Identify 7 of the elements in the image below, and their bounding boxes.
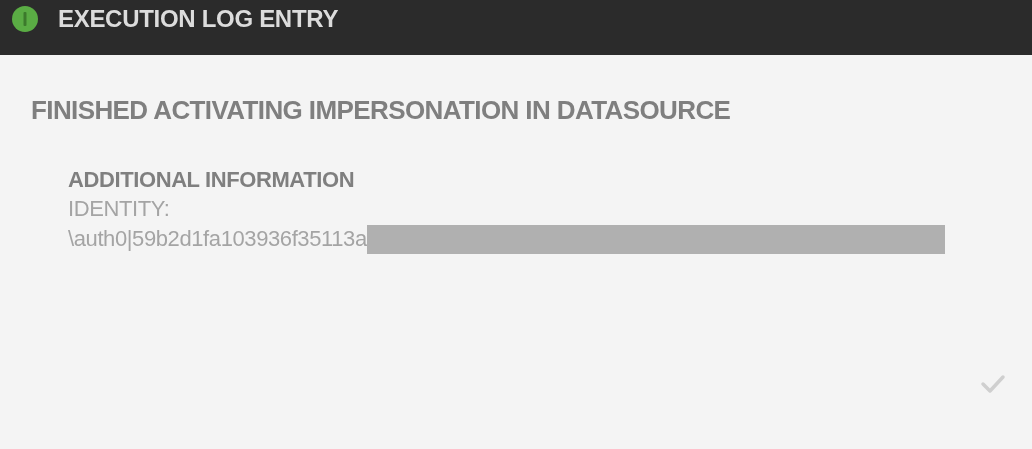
window-title: EXECUTION LOG ENTRY [58, 4, 339, 33]
confirm-icon[interactable] [980, 374, 1006, 394]
identity-label: IDENTITY: [68, 195, 171, 223]
identity-value: \auth0|59b2d1fa103936f35113a [68, 225, 367, 253]
status-icon [12, 6, 38, 32]
details-heading: ADDITIONAL INFORMATION [68, 166, 356, 194]
entry-message: FINISHED ACTIVATING IMPERSONATION IN DATASOURCE [31, 95, 732, 126]
